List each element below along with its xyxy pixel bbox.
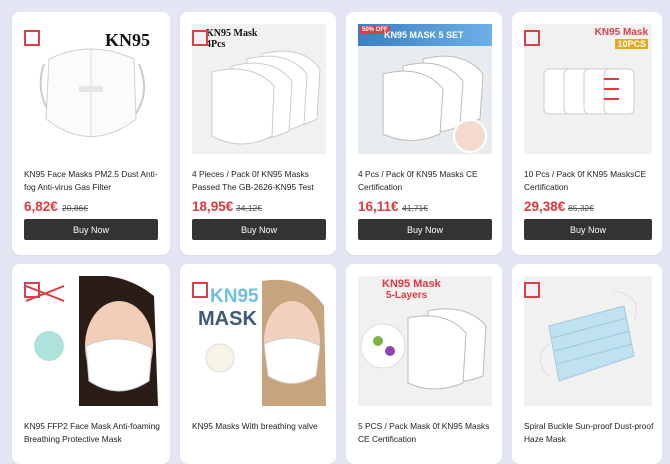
product-image[interactable]: KN95 Mask 10PCS	[524, 24, 652, 154]
buy-now-button[interactable]: Buy Now	[524, 219, 652, 240]
product-price: 6,82€	[24, 199, 58, 214]
mask-stack-illustration	[382, 55, 487, 153]
product-title[interactable]: 4 Pcs / Pack 0f KN95 Masks CE Certificat…	[358, 168, 494, 194]
select-checkbox[interactable]	[24, 282, 40, 298]
product-price: 16,11€	[358, 199, 399, 214]
surgical-mask-illustration	[539, 290, 637, 382]
product-title[interactable]: KN95 FFP2 Face Mask Anti-foaming Breathi…	[24, 420, 160, 446]
product-card[interactable]: 50% OFF KN95 MASK 5 SET 4 Pcs / Pack 0f …	[346, 12, 502, 255]
product-price: 29,38€	[524, 199, 566, 214]
select-checkbox[interactable]	[24, 30, 40, 46]
product-card[interactable]: KN95 FFP2 Face Mask Anti-foaming Breathi…	[12, 264, 170, 464]
mask-stack-illustration	[360, 308, 487, 390]
product-title[interactable]: KN95 Face Masks PM2.5 Dust Anti-fog Anti…	[24, 168, 160, 194]
buy-now-button[interactable]: Buy Now	[192, 219, 326, 240]
original-price: 41,71€	[402, 203, 428, 213]
product-card[interactable]: KN95 KN95 Face Masks PM2.5 Dust Anti-fog…	[12, 12, 170, 255]
image-brand-label: KN95 Mask 4Pcs	[206, 28, 258, 50]
product-card[interactable]: Spiral Buckle Sun-proof Dust-proof Haze …	[512, 264, 662, 464]
product-title[interactable]: 5 PCS / Pack Mask 0f KN95 Masks CE Certi…	[358, 420, 494, 446]
product-image[interactable]: KN95 Mask 4Pcs	[192, 24, 326, 154]
product-title[interactable]: 4 Pieces / Pack 0f KN95 Masks Passed The…	[192, 168, 328, 194]
product-title[interactable]: KN95 Masks With breathing valve	[192, 420, 328, 433]
mask-stack-illustration	[543, 68, 635, 115]
select-checkbox[interactable]	[524, 30, 540, 46]
person-wearing-mask	[205, 279, 326, 406]
select-checkbox[interactable]	[192, 30, 208, 46]
product-image[interactable]: KN95 Mask 5-Layers	[358, 276, 492, 406]
product-card[interactable]: KN95 MASK KN95 Masks With breathing valv…	[180, 264, 336, 464]
product-image[interactable]	[524, 276, 652, 406]
product-image[interactable]: KN95 MASK	[192, 276, 326, 406]
buy-now-button[interactable]: Buy Now	[24, 219, 158, 240]
product-image[interactable]	[24, 276, 158, 406]
original-price: 20,86€	[62, 203, 88, 213]
product-image[interactable]: 50% OFF KN95 MASK 5 SET	[358, 24, 492, 154]
select-checkbox[interactable]	[524, 282, 540, 298]
product-card[interactable]: KN95 Mask 5-Layers 5 PCS / Pack Mask 0f …	[346, 264, 502, 464]
person-wearing-mask	[25, 276, 158, 406]
select-checkbox[interactable]	[192, 282, 208, 298]
product-card[interactable]: KN95 Mask 4Pcs 4 Pieces / Pack 0f KN95 M…	[180, 12, 336, 255]
product-title[interactable]: 10 Pcs / Pack 0f KN95 MasksCE Certificat…	[524, 168, 660, 194]
original-price: 34,12€	[236, 203, 262, 213]
buy-now-button[interactable]: Buy Now	[358, 219, 492, 240]
product-card[interactable]: KN95 Mask 10PCS 10 Pcs / Pack 0f KN95 Ma…	[512, 12, 662, 255]
product-title[interactable]: Spiral Buckle Sun-proof Dust-proof Haze …	[524, 420, 660, 446]
product-image[interactable]: KN95	[24, 24, 158, 154]
image-brand-label: KN95	[105, 30, 150, 50]
original-price: 85,32€	[568, 203, 594, 213]
product-price: 18,95€	[192, 199, 234, 214]
